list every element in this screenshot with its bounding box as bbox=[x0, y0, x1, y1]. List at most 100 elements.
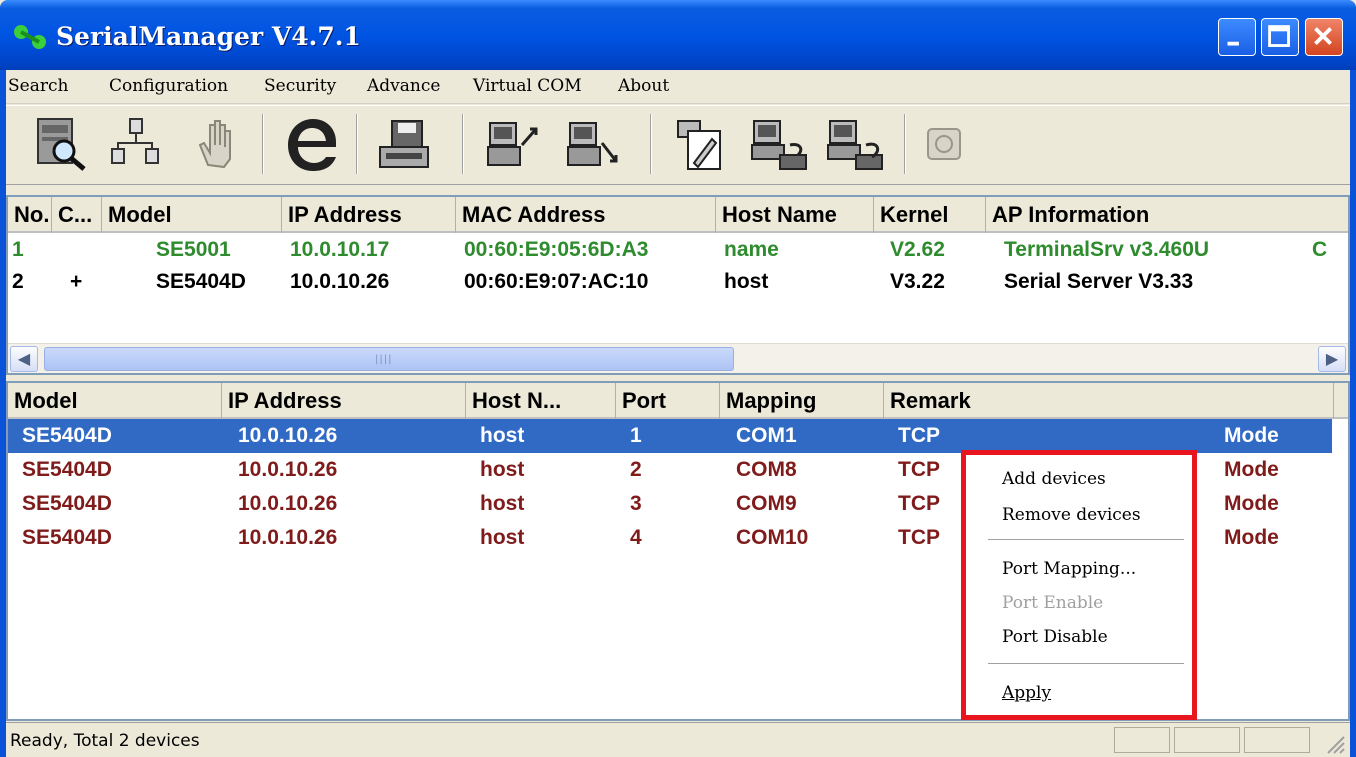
search-device-icon[interactable] bbox=[26, 112, 94, 176]
col-host-name[interactable]: Host N... bbox=[466, 383, 616, 419]
col-host-name[interactable]: Host Name bbox=[716, 197, 874, 233]
table-row-selected[interactable]: SE5404D 10.0.10.26 host 1 COM1 TCP Mode bbox=[8, 419, 1332, 453]
cell-remark-a: TCP bbox=[898, 458, 940, 481]
menu-separator bbox=[988, 539, 1184, 541]
menu-search[interactable]: Search bbox=[8, 76, 68, 96]
col-kernel[interactable]: Kernel bbox=[874, 197, 986, 233]
menu-item-port-mapping[interactable]: Port Mapping... bbox=[1002, 559, 1136, 579]
resize-grip-icon[interactable] bbox=[1324, 733, 1346, 755]
col-c[interactable]: C... bbox=[52, 197, 102, 233]
cell-remark-b: Mode bbox=[1224, 526, 1279, 549]
cell-mapping: COM1 bbox=[736, 424, 797, 447]
cell-kernel: V3.22 bbox=[890, 270, 945, 293]
status-panel bbox=[1174, 727, 1240, 753]
col-model[interactable]: Model bbox=[8, 383, 222, 419]
menu-item-apply[interactable]: Apply bbox=[1002, 683, 1051, 703]
cell-ip: 10.0.10.17 bbox=[290, 238, 390, 261]
window-title: SerialManager V4.7.1 bbox=[56, 22, 361, 51]
col-port[interactable]: Port bbox=[616, 383, 720, 419]
cell-port: 4 bbox=[630, 526, 642, 549]
edit-config-icon[interactable] bbox=[664, 112, 732, 176]
table-row[interactable]: 1 SE5001 10.0.10.17 00:60:E9:05:6D:A3 na… bbox=[8, 233, 1348, 267]
cell-ip: 10.0.10.26 bbox=[238, 492, 338, 515]
upload-config-icon[interactable] bbox=[480, 112, 548, 176]
menu-item-add-devices[interactable]: Add devices bbox=[1002, 469, 1106, 489]
menu-virtual-com[interactable]: Virtual COM bbox=[473, 76, 582, 96]
cell-extra: C bbox=[1312, 238, 1328, 261]
cell-mac: 00:60:E9:07:AC:10 bbox=[464, 270, 649, 293]
context-menu: Add devices Remove devices Port Mapping.… bbox=[961, 450, 1197, 720]
cell-host: name bbox=[724, 238, 779, 261]
close-button[interactable] bbox=[1305, 18, 1343, 56]
cell-port: 2 bbox=[630, 458, 642, 481]
col-ip-address[interactable]: IP Address bbox=[222, 383, 466, 419]
cell-remark-b: Mode bbox=[1224, 458, 1279, 481]
col-no[interactable]: No. bbox=[8, 197, 52, 233]
horizontal-scrollbar[interactable]: ◀ |||| ▶ bbox=[8, 343, 1348, 373]
app-logo-icon bbox=[14, 25, 46, 49]
cell-model: SE5404D bbox=[22, 526, 112, 549]
cell-host: host bbox=[480, 492, 525, 515]
minimize-button[interactable] bbox=[1218, 18, 1256, 56]
col-ap-information[interactable]: AP Information bbox=[986, 197, 1348, 233]
col-mapping[interactable]: Mapping bbox=[720, 383, 884, 419]
col-model[interactable]: Model bbox=[102, 197, 282, 233]
status-panel bbox=[1244, 727, 1310, 753]
security-hand-icon[interactable] bbox=[182, 112, 250, 176]
cell-c: + bbox=[70, 270, 83, 293]
scroll-right-button[interactable]: ▶ bbox=[1318, 346, 1346, 372]
maximize-button[interactable] bbox=[1261, 18, 1299, 56]
scroll-thumb[interactable]: |||| bbox=[44, 347, 734, 371]
network-config-icon[interactable] bbox=[102, 112, 170, 176]
cell-remark-a: TCP bbox=[898, 424, 940, 447]
cell-host: host bbox=[480, 526, 525, 549]
cell-ap: Serial Server V3.33 bbox=[1004, 270, 1194, 293]
menu-item-port-enable: Port Enable bbox=[1002, 593, 1104, 613]
scroll-left-button[interactable]: ◀ bbox=[10, 346, 38, 372]
cell-no: 2 bbox=[12, 270, 24, 293]
cell-host: host bbox=[724, 270, 769, 293]
cell-remark-b: Mode bbox=[1224, 424, 1279, 447]
menu-item-port-disable[interactable]: Port Disable bbox=[1002, 627, 1108, 647]
device-list[interactable]: No. C... Model IP Address MAC Address Ho… bbox=[6, 195, 1350, 375]
cell-mapping: COM10 bbox=[736, 526, 809, 549]
cell-model: SE5404D bbox=[22, 458, 112, 481]
save-config-icon[interactable] bbox=[370, 112, 438, 176]
cell-remark-a: TCP bbox=[898, 526, 940, 549]
status-text: Ready, Total 2 devices bbox=[10, 731, 200, 751]
menu-about[interactable]: About bbox=[618, 76, 669, 96]
cell-remark-a: TCP bbox=[898, 492, 940, 515]
internet-explorer-icon[interactable] bbox=[276, 112, 344, 176]
cell-ip: 10.0.10.26 bbox=[238, 458, 338, 481]
cell-model: SE5001 bbox=[156, 238, 231, 261]
dialup-phone-icon[interactable] bbox=[910, 112, 978, 176]
menu-bar: Search Configuration Security Advance Vi… bbox=[6, 70, 1350, 104]
col-mac-address[interactable]: MAC Address bbox=[456, 197, 716, 233]
device-list-header: No. C... Model IP Address MAC Address Ho… bbox=[8, 197, 1348, 233]
cell-host: host bbox=[480, 424, 525, 447]
port-list-header: Model IP Address Host N... Port Mapping … bbox=[8, 383, 1348, 419]
cell-ip: 10.0.10.26 bbox=[290, 270, 390, 293]
menu-security[interactable]: Security bbox=[264, 76, 336, 96]
cell-mapping: COM9 bbox=[736, 492, 797, 515]
cell-port: 3 bbox=[630, 492, 642, 515]
table-row[interactable]: 2 + SE5404D 10.0.10.26 00:60:E9:07:AC:10… bbox=[8, 265, 1348, 299]
virtual-com-remove-icon[interactable] bbox=[822, 112, 890, 176]
cell-mac: 00:60:E9:05:6D:A3 bbox=[464, 238, 649, 261]
cell-model: SE5404D bbox=[156, 270, 246, 293]
status-panel bbox=[1114, 727, 1170, 753]
download-config-icon[interactable] bbox=[560, 112, 628, 176]
title-bar[interactable]: SerialManager V4.7.1 bbox=[0, 0, 1356, 70]
col-remark[interactable]: Remark bbox=[884, 383, 1334, 419]
status-bar: Ready, Total 2 devices bbox=[6, 722, 1350, 757]
cell-model: SE5404D bbox=[22, 424, 112, 447]
menu-configuration[interactable]: Configuration bbox=[109, 76, 228, 96]
cell-ip: 10.0.10.26 bbox=[238, 424, 338, 447]
cell-no: 1 bbox=[12, 238, 24, 261]
col-ip-address[interactable]: IP Address bbox=[282, 197, 456, 233]
cell-port: 1 bbox=[630, 424, 642, 447]
menu-advance[interactable]: Advance bbox=[367, 76, 440, 96]
virtual-com-add-icon[interactable] bbox=[746, 112, 814, 176]
menu-item-remove-devices[interactable]: Remove devices bbox=[1002, 505, 1141, 525]
cell-host: host bbox=[480, 458, 525, 481]
